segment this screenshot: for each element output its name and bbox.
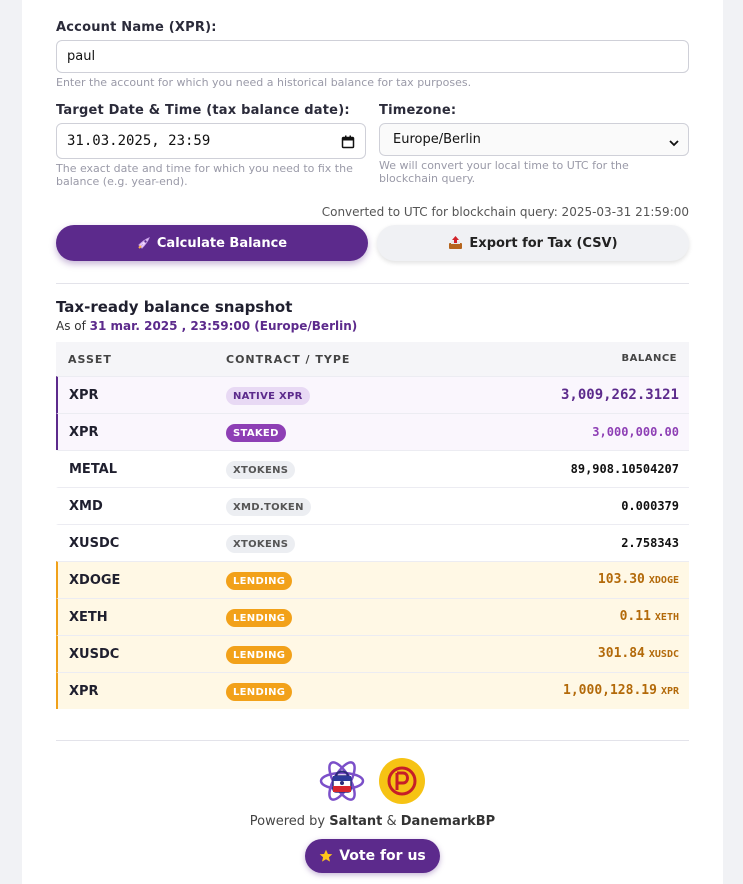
asset-cell: METAL xyxy=(69,462,118,477)
snapshot-title: Tax-ready balance snapshot xyxy=(56,298,293,316)
footer-divider xyxy=(56,740,689,741)
type-badge: LENDING xyxy=(226,646,293,664)
powered-prefix: Powered by xyxy=(249,814,326,829)
timezone-help: We will convert your local time to UTC f… xyxy=(379,159,629,185)
calendar-icon[interactable] xyxy=(341,134,355,150)
table-row: XPR NATIVE XPR 3,009,262.3121 xyxy=(56,376,689,413)
date-label: Target Date & Time (tax balance date): xyxy=(56,103,350,118)
type-badge: LENDING xyxy=(226,572,293,590)
balance-suffix: XUSDC xyxy=(648,649,679,660)
table-row: XPR STAKED 3,000,000.00 xyxy=(56,413,689,450)
export-csv-button[interactable]: Export for Tax (CSV) xyxy=(377,225,689,261)
account-label: Account Name (XPR): xyxy=(56,20,217,35)
powered-by: Powered by Saltant & DanemarkBP xyxy=(22,814,723,829)
chevron-down-icon xyxy=(668,135,680,150)
header-asset: ASSET xyxy=(68,353,112,366)
account-help: Enter the account for which you need a h… xyxy=(56,76,472,89)
balance-value: 0.11 xyxy=(619,609,651,624)
type-badge: LENDING xyxy=(226,609,293,627)
asset-cell: XUSDC xyxy=(69,536,120,551)
balance-value: 1,000,128.19 xyxy=(563,683,657,698)
export-csv-label: Export for Tax (CSV) xyxy=(469,235,618,251)
header-contract-type: CONTRACT / TYPE xyxy=(226,353,351,366)
date-input-value: 31.03.2025, 23:59 xyxy=(67,133,211,149)
type-badge: XTOKENS xyxy=(226,461,296,479)
type-badge: NATIVE XPR xyxy=(226,387,310,405)
balance-cell: 2.758343 xyxy=(621,536,679,550)
balance-value: 103.30 xyxy=(597,572,645,587)
date-help: The exact date and time for which you ne… xyxy=(56,162,353,188)
type-badge: LENDING xyxy=(226,683,293,701)
rocket-icon xyxy=(137,236,151,251)
as-of-value: 31 mar. 2025 , 23:59:00 (Europe/Berlin) xyxy=(89,319,358,333)
balance-table: ASSET CONTRACT / TYPE BALANCE XPR NATIVE… xyxy=(56,342,689,709)
star-icon xyxy=(319,848,333,864)
table-row: XDOGE LENDING 103.30 XDOGE xyxy=(56,561,689,598)
header-balance: BALANCE xyxy=(621,353,677,364)
asset-cell: XMD xyxy=(69,499,103,514)
type-badge: STAKED xyxy=(226,424,286,442)
asset-cell: XETH xyxy=(69,610,108,625)
account-input[interactable]: paul xyxy=(56,40,689,73)
vote-label: Vote for us xyxy=(339,848,426,864)
section-divider xyxy=(56,283,689,284)
table-row: XETH LENDING 0.11 XETH xyxy=(56,598,689,635)
timezone-select[interactable]: Europe/Berlin xyxy=(379,123,689,156)
calculate-balance-label: Calculate Balance xyxy=(156,235,288,251)
asset-cell: XPR xyxy=(69,684,99,699)
snapshot-as-of: As of 31 mar. 2025 , 23:59:00 (Europe/Be… xyxy=(56,319,357,333)
powered-by-saltant[interactable]: Saltant xyxy=(329,814,382,829)
asset-cell: XPR xyxy=(69,388,99,403)
as-of-prefix: As of xyxy=(56,319,86,333)
calculate-balance-button[interactable]: Calculate Balance xyxy=(56,225,368,261)
vote-button[interactable]: Vote for us xyxy=(305,839,440,873)
balance-cell: 89,908.10504207 xyxy=(570,462,679,476)
balance-cell: 0.000379 xyxy=(621,499,679,513)
balance-suffix: XDOGE xyxy=(648,575,679,586)
balance-suffix: XPR xyxy=(660,686,679,697)
timezone-label: Timezone: xyxy=(379,103,457,118)
balance-cell: 0.11 XETH xyxy=(620,609,679,624)
asset-cell: XDOGE xyxy=(69,573,121,588)
table-row: METAL XTOKENS 89,908.10504207 xyxy=(56,450,689,487)
balance-cell: 3,000,000.00 xyxy=(592,425,679,439)
utc-conversion-note: Converted to UTC for blockchain query: 2… xyxy=(321,205,689,219)
table-row: XUSDC XTOKENS 2.758343 xyxy=(56,524,689,561)
powered-ampersand: & xyxy=(386,814,397,829)
balance-cell: 103.30 XDOGE xyxy=(598,572,679,587)
saltant-atom-logo[interactable] xyxy=(319,757,365,805)
type-badge: XTOKENS xyxy=(226,535,296,553)
table-row: XUSDC LENDING 301.84 XUSDC xyxy=(56,635,689,672)
powered-by-danemarkbp[interactable]: DanemarkBP xyxy=(401,814,495,829)
type-badge: XMD.TOKEN xyxy=(226,498,311,516)
timezone-select-value: Europe/Berlin xyxy=(393,132,481,147)
asset-cell: XUSDC xyxy=(69,647,120,662)
danemarkbp-logo[interactable] xyxy=(378,757,426,805)
outbox-tray-icon xyxy=(448,236,463,251)
table-header: ASSET CONTRACT / TYPE BALANCE xyxy=(56,342,689,376)
main-card: Account Name (XPR): paul Enter the accou… xyxy=(22,0,723,884)
balance-suffix: XETH xyxy=(654,612,679,623)
table-row: XPR LENDING 1,000,128.19 XPR xyxy=(56,672,689,709)
table-row: XMD XMD.TOKEN 0.000379 xyxy=(56,487,689,524)
asset-cell: XPR xyxy=(69,425,99,440)
balance-cell: 3,009,262.3121 xyxy=(560,387,679,403)
balance-cell: 1,000,128.19 XPR xyxy=(563,683,679,698)
account-input-value: paul xyxy=(67,49,96,64)
balance-value: 301.84 xyxy=(597,646,645,661)
date-input[interactable]: 31.03.2025, 23:59 xyxy=(56,123,366,159)
balance-cell: 301.84 XUSDC xyxy=(598,646,679,661)
